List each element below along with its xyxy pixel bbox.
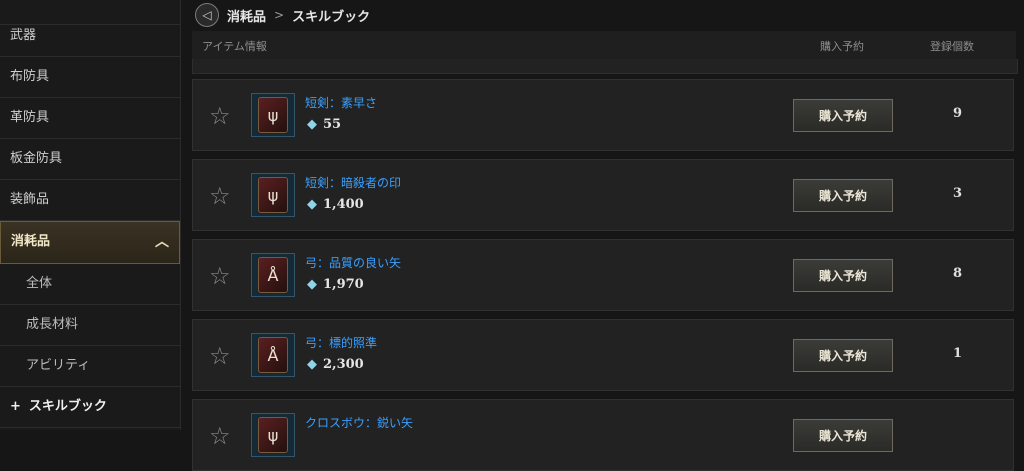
diamond-icon: ◆ xyxy=(307,197,317,212)
price-value: 1,400 xyxy=(323,197,364,212)
registered-count: 9 xyxy=(953,106,963,121)
sidebar-subitem-skill-books[interactable]: + スキルブック xyxy=(0,387,180,428)
sidebar-subitem-label: スキルブック xyxy=(28,399,107,414)
back-button[interactable]: ◁ xyxy=(195,3,219,27)
sidebar-item-cloth-armor[interactable]: 布防具 xyxy=(0,57,180,98)
plus-icon: + xyxy=(10,399,21,414)
registered-count: 1 xyxy=(953,346,963,361)
item-name[interactable]: クロスボウ：鋭い矢 xyxy=(305,414,413,431)
table-row: ☆ ψ クロスボウ：鋭い矢 購入予約 xyxy=(192,399,1014,471)
book-emblem-icon: ψ xyxy=(258,417,288,453)
item-price: ◆ 1,970 xyxy=(307,277,364,292)
item-name[interactable]: 弓：標的照準 xyxy=(305,334,377,351)
skill-book-dagger-icon: ψ xyxy=(251,173,295,217)
sidebar-item-label: 板金防具 xyxy=(10,151,63,166)
skill-book-bow-icon: Å xyxy=(251,333,295,377)
sidebar-item-label: 消耗品 xyxy=(11,234,51,249)
sidebar-item-label: 布防具 xyxy=(10,69,50,84)
sidebar-item-weapons[interactable]: 武器 xyxy=(0,16,180,57)
item-price: ◆ 2,300 xyxy=(307,357,364,372)
item-name[interactable]: 短剣：素早さ xyxy=(305,94,377,111)
item-price: ◆ 1,400 xyxy=(307,197,364,212)
item-price: ◆ 55 xyxy=(307,117,341,132)
breadcrumb-category[interactable]: 消耗品 xyxy=(227,6,266,25)
column-header-count: 登録個数 xyxy=(930,40,974,53)
reserve-button[interactable]: 購入予約 xyxy=(793,419,893,452)
breadcrumb-separator: > xyxy=(274,8,285,22)
item-name[interactable]: 短剣：暗殺者の印 xyxy=(305,174,401,191)
favorite-star-icon[interactable]: ☆ xyxy=(209,182,231,210)
sidebar-item-accessories[interactable]: 装飾品 xyxy=(0,180,180,221)
table-row: ☆ Å 弓：標的照準 ◆ 2,300 購入予約 1 xyxy=(192,319,1014,391)
skill-book-dagger-icon: ψ xyxy=(251,93,295,137)
table-header: アイテム情報 購入予約 登録個数 xyxy=(192,31,1016,60)
sidebar-subitem-label: 成長材料 xyxy=(26,317,79,332)
price-value: 1,970 xyxy=(323,277,364,292)
table-row: ☆ ψ 短剣：素早さ ◆ 55 購入予約 9 xyxy=(192,79,1014,151)
sidebar-item-label: 装飾品 xyxy=(10,192,50,207)
sidebar-item-label: 革防具 xyxy=(10,110,50,125)
reserve-button[interactable]: 購入予約 xyxy=(793,179,893,212)
sidebar-subitem-label: 全体 xyxy=(26,276,53,291)
column-header-reserve: 購入予約 xyxy=(820,40,864,53)
price-value: 2,300 xyxy=(323,357,364,372)
chevron-up-icon: ︿ xyxy=(155,234,169,250)
diamond-icon: ◆ xyxy=(307,277,317,292)
sidebar-item-leather-armor[interactable]: 革防具 xyxy=(0,98,180,139)
column-header-item-info: アイテム情報 xyxy=(202,40,267,53)
sidebar-subitem-label: アビリティ xyxy=(26,358,91,373)
sidebar-item-label: 武器 xyxy=(10,28,37,43)
favorite-star-icon[interactable]: ☆ xyxy=(209,262,231,290)
breadcrumb-subcategory: スキルブック xyxy=(292,9,371,25)
sidebar-item-consumables[interactable]: 消耗品 ︿ xyxy=(0,221,180,264)
back-arrow-icon: ◁ xyxy=(202,8,212,22)
favorite-star-icon[interactable]: ☆ xyxy=(209,422,231,450)
table-row: ☆ ψ 短剣：暗殺者の印 ◆ 1,400 購入予約 3 xyxy=(192,159,1014,231)
favorite-star-icon[interactable]: ☆ xyxy=(209,342,231,370)
diamond-icon: ◆ xyxy=(307,117,317,132)
favorite-star-icon[interactable]: ☆ xyxy=(209,102,231,130)
sidebar-subitem-growth-materials[interactable]: 成長材料 xyxy=(0,305,180,346)
price-value: 55 xyxy=(323,117,342,132)
reserve-button[interactable]: 購入予約 xyxy=(793,339,893,372)
reserve-button[interactable]: 購入予約 xyxy=(793,259,893,292)
sidebar-item-plate-armor[interactable]: 板金防具 xyxy=(0,139,180,180)
reserve-button[interactable]: 購入予約 xyxy=(793,99,893,132)
category-sidebar: 武器 布防具 革防具 板金防具 装飾品 消耗品 ︿ 全体 成長材料 アビリティ … xyxy=(0,0,181,430)
breadcrumb: ◁ 消耗品 > スキルブック xyxy=(195,0,1015,30)
item-name[interactable]: 弓：品質の良い矢 xyxy=(305,254,401,271)
book-emblem-icon: ψ xyxy=(258,177,288,213)
table-row: ☆ Å 弓：品質の良い矢 ◆ 1,970 購入予約 8 xyxy=(192,239,1014,311)
sidebar-subitem-all[interactable]: 全体 xyxy=(0,264,180,305)
table-row-partial xyxy=(192,59,1018,74)
registered-count: 8 xyxy=(953,266,963,281)
sidebar-subitem-abilities[interactable]: アビリティ xyxy=(0,346,180,387)
skill-book-crossbow-icon: ψ xyxy=(251,413,295,457)
book-emblem-icon: ψ xyxy=(258,97,288,133)
diamond-icon: ◆ xyxy=(307,357,317,372)
book-emblem-icon: Å xyxy=(258,257,288,293)
registered-count: 3 xyxy=(953,186,963,201)
skill-book-bow-icon: Å xyxy=(251,253,295,297)
book-emblem-icon: Å xyxy=(258,337,288,373)
